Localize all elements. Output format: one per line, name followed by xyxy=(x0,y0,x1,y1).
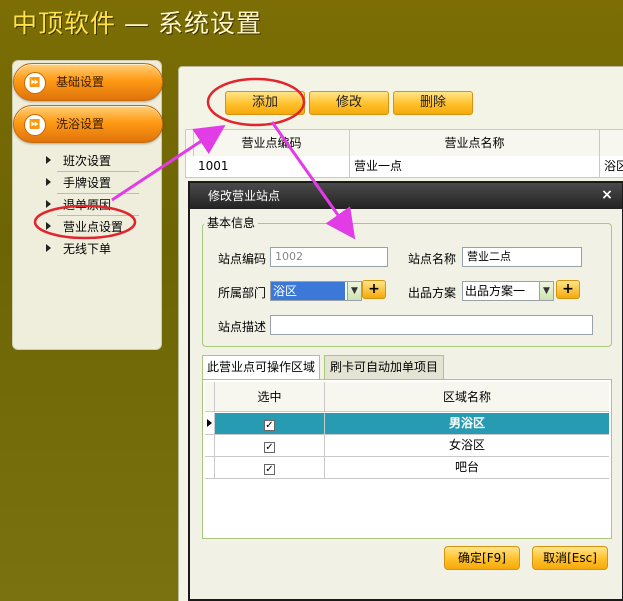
delete-button[interactable]: 删除 xyxy=(393,91,473,115)
group-label: 基本信息 xyxy=(204,214,259,231)
cell-area: 浴区 xyxy=(604,159,623,173)
row-indicator xyxy=(205,435,215,456)
sidebar-item-label: 手牌设置 xyxy=(63,176,112,190)
triangle-right-icon xyxy=(46,178,51,186)
dept-select[interactable]: 浴区 ▼ xyxy=(270,281,362,301)
column-header-checked[interactable]: 选中 xyxy=(215,382,325,411)
app-title: 中顶软件 — 系统设置 xyxy=(12,4,262,40)
column-header-name[interactable]: 营业点名称 xyxy=(350,130,600,156)
ok-button[interactable]: 确定[F9] xyxy=(444,546,520,570)
triangle-right-icon xyxy=(46,222,51,230)
table-row[interactable]: ✓ 男浴区 xyxy=(205,413,609,435)
cancel-button[interactable]: 取消[Esc] xyxy=(532,546,608,570)
add-dept-button[interactable]: + xyxy=(362,280,386,299)
row-checkbox[interactable]: ✓ xyxy=(215,413,325,434)
nav-bath-settings-button[interactable]: ⏩ 洗浴设置 xyxy=(13,105,163,143)
triangle-right-icon xyxy=(46,200,51,208)
sidebar-item-tag[interactable]: 手牌设置 xyxy=(13,173,163,195)
desc-field[interactable] xyxy=(270,315,593,335)
column-header-area-name[interactable]: 区域名称 xyxy=(325,382,609,411)
close-icon[interactable]: × xyxy=(600,188,614,202)
area-table-header: 选中 区域名称 xyxy=(205,382,609,412)
edit-button[interactable]: 修改 xyxy=(309,91,389,115)
area-name-cell: 女浴区 xyxy=(448,438,485,452)
sidebar-item-shift[interactable]: 班次设置 xyxy=(13,151,163,173)
fast-forward-icon: ⏩ xyxy=(24,72,46,94)
area-name-cell: 吧台 xyxy=(454,460,479,474)
row-indicator xyxy=(205,457,215,478)
tab-operable-areas[interactable]: 此营业点可操作区域 xyxy=(202,355,320,380)
chevron-down-icon[interactable]: ▼ xyxy=(347,282,361,300)
sidebar-item-outlet-settings[interactable]: 营业点设置 xyxy=(13,217,163,239)
row-checkbox[interactable]: ✓ xyxy=(215,457,325,478)
row-indicator-header xyxy=(186,130,194,156)
dialog-titlebar[interactable]: 修改营业站点 xyxy=(190,183,622,209)
row-checkbox[interactable]: ✓ xyxy=(215,435,325,456)
divider xyxy=(57,215,139,216)
code-label: 站点编码 xyxy=(218,252,267,266)
sidebar-subnav: 班次设置 手牌设置 退单原因 营业点设置 无线下单 xyxy=(13,151,163,261)
desc-label: 站点描述 xyxy=(218,320,267,334)
name-label: 站点名称 xyxy=(408,252,457,266)
column-header-code[interactable]: 营业点编码 xyxy=(194,130,350,156)
table-row[interactable]: ✓ 吧台 xyxy=(205,457,609,479)
sidebar-item-label: 无线下单 xyxy=(63,242,112,256)
add-button[interactable]: 添加 xyxy=(225,91,305,115)
divider xyxy=(57,193,139,194)
sidebar-item-label: 班次设置 xyxy=(63,154,112,168)
row-pointer-icon xyxy=(205,413,215,434)
cell-name: 营业一点 xyxy=(350,156,600,177)
code-field[interactable]: 1002 xyxy=(270,247,388,267)
dept-label: 所属部门 xyxy=(218,286,267,300)
table-row[interactable]: 1001 营业一点 浴区 xyxy=(185,156,623,178)
area-table-panel: 选中 区域名称 ✓ 男浴区 ✓ 女浴区 ✓ 吧台 xyxy=(202,379,612,539)
triangle-right-icon xyxy=(46,244,51,252)
title-dash: — xyxy=(124,9,151,38)
sidebar-panel: ⏩ 基础设置 ⏩ 洗浴设置 班次设置 手牌设置 退单原因 营业点设置 无线下单 xyxy=(12,60,163,350)
tab-auto-add-items[interactable]: 刷卡可自动加单项目 xyxy=(324,355,444,379)
table-row[interactable]: ✓ 女浴区 xyxy=(205,435,609,457)
plan-select[interactable]: 出品方案一 ▼ xyxy=(462,281,554,301)
dept-value: 浴区 xyxy=(271,282,345,300)
triangle-right-icon xyxy=(46,156,51,164)
name-field[interactable]: 营业二点 xyxy=(462,247,582,267)
plan-value: 出品方案一 xyxy=(465,284,526,298)
app-brand: 中顶软件 xyxy=(12,9,117,38)
row-indicator-header xyxy=(205,382,215,411)
plan-label: 出品方案 xyxy=(408,286,457,300)
sidebar-item-label: 退单原因 xyxy=(63,198,112,212)
nav-basic-settings-button[interactable]: ⏩ 基础设置 xyxy=(13,63,163,101)
app-subtitle: 系统设置 xyxy=(158,9,263,38)
nav-basic-settings-label: 基础设置 xyxy=(56,75,105,89)
fast-forward-icon: ⏩ xyxy=(24,114,46,136)
sidebar-item-label: 营业点设置 xyxy=(63,220,124,234)
column-header-area[interactable] xyxy=(600,130,623,156)
sidebar-item-wireless-order[interactable]: 无线下单 xyxy=(13,239,163,261)
sidebar-item-refund-reason[interactable]: 退单原因 xyxy=(13,195,163,217)
nav-bath-settings-label: 洗浴设置 xyxy=(56,117,105,131)
edit-outlet-dialog: 修改营业站点 × 基本信息 站点编码 1002 站点名称 营业二点 所属部门 浴… xyxy=(188,181,623,601)
cell-code: 1001 xyxy=(194,156,350,177)
dialog-title: 修改营业站点 xyxy=(208,189,281,203)
outlet-grid-header: 营业点编码 营业点名称 xyxy=(185,129,623,157)
divider xyxy=(57,171,139,172)
add-plan-button[interactable]: + xyxy=(556,280,580,299)
chevron-down-icon[interactable]: ▼ xyxy=(539,282,553,300)
area-name-cell: 男浴区 xyxy=(448,416,485,430)
